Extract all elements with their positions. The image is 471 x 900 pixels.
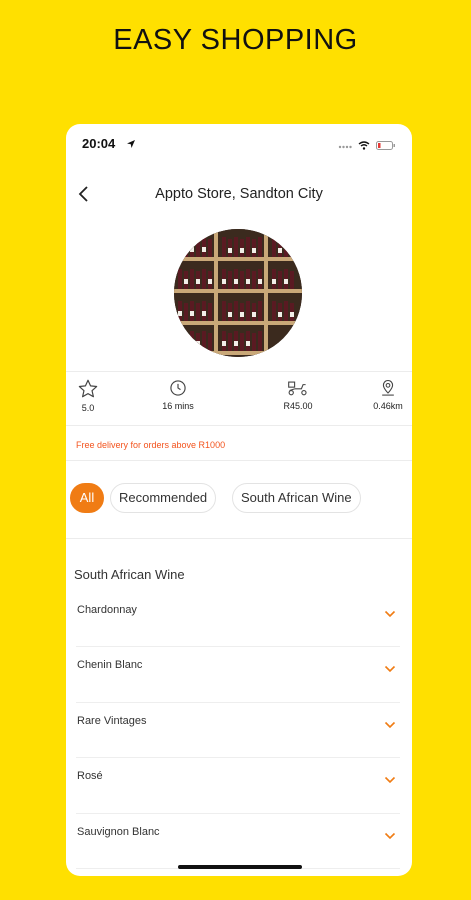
- chevron-down-icon: [384, 827, 396, 845]
- location-pin-icon: [382, 379, 394, 396]
- stat-time: 16 mins: [156, 378, 200, 411]
- divider: [66, 425, 412, 426]
- star-icon: [78, 379, 98, 398]
- stat-distance-value: 0.46km: [373, 401, 403, 411]
- status-icons: [338, 138, 396, 153]
- category-row-sauvignon-blanc[interactable]: Sauvignon Blanc: [76, 814, 400, 869]
- stat-delivery-fee: R45.00: [276, 378, 320, 411]
- chevron-down-icon: [384, 771, 396, 789]
- stat-rating: 5.0: [72, 378, 104, 413]
- category-row-chenin-blanc[interactable]: Chenin Blanc: [76, 647, 400, 703]
- free-delivery-notice: Free delivery for orders above R1000: [76, 440, 226, 450]
- signal-icon: [338, 138, 352, 153]
- clock-icon: [170, 380, 186, 396]
- chevron-down-icon: [384, 716, 396, 734]
- category-label: Rosé: [77, 770, 103, 783]
- wifi-icon: [358, 138, 370, 153]
- stat-distance: 0.46km: [368, 378, 408, 411]
- stat-rating-value: 5.0: [81, 403, 95, 413]
- section-title: South African Wine: [74, 567, 185, 582]
- store-image: [174, 229, 302, 357]
- store-stats: 5.0 16 mins R45.00 0.46km: [66, 378, 412, 420]
- store-title: Appto Store, Sandton City: [155, 186, 323, 202]
- category-label: Sauvignon Blanc: [77, 825, 160, 838]
- delivery-scooter-icon: [288, 381, 307, 396]
- category-list: Chardonnay Chenin Blanc Rare Vintages Ro…: [76, 592, 400, 869]
- promo-title: EASY SHOPPING: [113, 24, 358, 56]
- battery-icon: [376, 138, 396, 153]
- chip-recommended[interactable]: Recommended: [110, 483, 217, 513]
- category-row-rare-vintages[interactable]: Rare Vintages: [76, 703, 400, 759]
- stat-delivery-fee-value: R45.00: [283, 401, 313, 411]
- divider: [66, 538, 412, 539]
- chip-all[interactable]: All: [70, 483, 104, 513]
- home-indicator: [178, 865, 302, 869]
- category-row-chardonnay[interactable]: Chardonnay: [76, 592, 400, 648]
- divider: [66, 371, 412, 372]
- category-label: Rare Vintages: [77, 714, 147, 727]
- header: Appto Store, Sandton City: [66, 182, 412, 208]
- divider: [66, 460, 412, 461]
- category-label: Chardonnay: [77, 604, 137, 616]
- status-bar: 20:04: [82, 136, 396, 152]
- chevron-down-icon: [384, 660, 396, 678]
- location-arrow-icon: [126, 137, 136, 152]
- phone-screen: 20:04 Appto Store, Sandton City 5.0 16 m…: [66, 124, 412, 876]
- status-time: 20:04: [82, 136, 116, 151]
- stat-time-value: 16 mins: [162, 401, 194, 411]
- chip-south-african-wine[interactable]: South African Wine: [232, 483, 361, 513]
- category-label: Chenin Blanc: [77, 659, 143, 672]
- chevron-down-icon: [384, 605, 396, 623]
- category-row-rose[interactable]: Rosé: [76, 758, 400, 814]
